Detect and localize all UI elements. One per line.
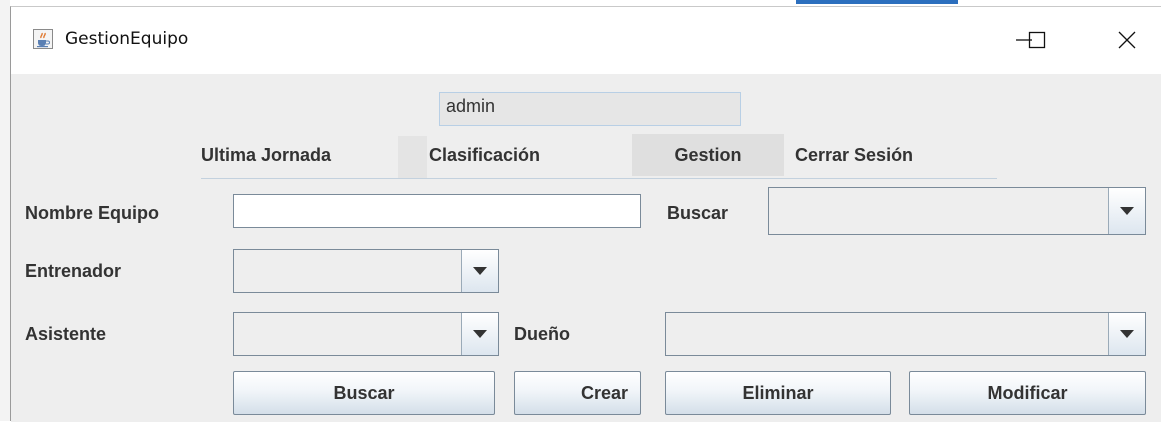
window-title: GestionEquipo: [65, 29, 189, 49]
buscar-button[interactable]: Buscar: [233, 371, 495, 415]
dueno-select[interactable]: [665, 312, 1146, 356]
user-field[interactable]: admin: [439, 92, 741, 126]
close-button[interactable]: [1104, 19, 1150, 61]
java-cup-icon: [33, 29, 53, 49]
nav-gestion[interactable]: Gestion: [632, 134, 784, 176]
entrenador-select[interactable]: [233, 249, 499, 293]
dueno-label: Dueño: [514, 324, 570, 344]
chevron-down-icon: [473, 330, 487, 338]
nav-separator: [398, 136, 427, 178]
buscar-label: Buscar: [667, 203, 729, 223]
title-bar[interactable]: GestionEquipo: [11, 7, 1161, 74]
nav-clasificacion[interactable]: Clasificación: [429, 136, 540, 174]
chevron-down-icon: [1120, 330, 1134, 338]
entrenador-label: Entrenador: [25, 261, 122, 281]
dueno-dropdown-button[interactable]: [1108, 313, 1145, 355]
nav-cerrar-sesion[interactable]: Cerrar Sesión: [795, 136, 913, 174]
desktop-background: [0, 0, 10, 421]
eliminar-button[interactable]: Eliminar: [665, 371, 891, 415]
background-window-edge: [796, 0, 958, 4]
content-panel: admin Ultima Jornada Clasificación Gesti…: [11, 74, 1161, 422]
modificar-button[interactable]: Modificar: [909, 371, 1146, 415]
nav-ultima-jornada[interactable]: Ultima Jornada: [201, 136, 331, 174]
nav-divider: [201, 178, 997, 179]
chevron-down-icon: [1120, 207, 1134, 215]
nombre-equipo-label: Nombre Equipo: [25, 203, 159, 223]
nombre-equipo-input[interactable]: [233, 194, 641, 228]
maximize-icon: [1028, 31, 1046, 49]
buscar-select[interactable]: [768, 187, 1146, 235]
maximize-button[interactable]: [1014, 19, 1060, 61]
crear-button[interactable]: Crear: [514, 371, 641, 415]
asistente-dropdown-button[interactable]: [461, 313, 498, 355]
asistente-select[interactable]: [233, 312, 499, 356]
chevron-down-icon: [473, 267, 487, 275]
asistente-label: Asistente: [25, 324, 107, 344]
entrenador-dropdown-button[interactable]: [461, 250, 498, 292]
app-window: GestionEquipo admin Ultima Jornada Clasi…: [10, 6, 1161, 422]
buscar-dropdown-button[interactable]: [1108, 188, 1145, 234]
close-icon: [1118, 31, 1136, 49]
